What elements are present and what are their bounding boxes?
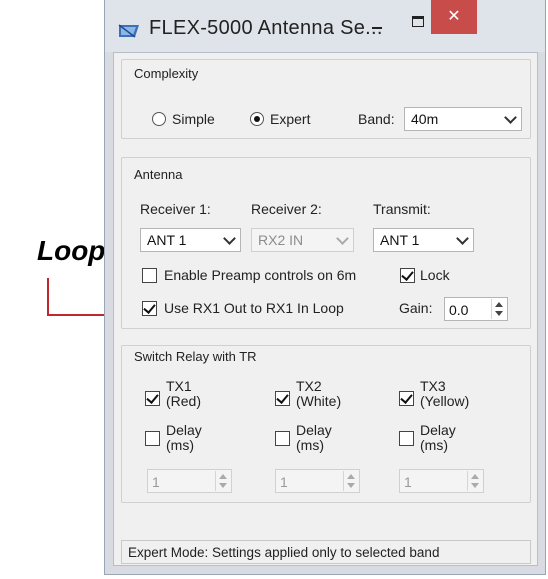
close-icon[interactable]: ✕ xyxy=(431,0,477,34)
window-title: FLEX-5000 Antenna Se... xyxy=(149,17,383,39)
spin-up-icon[interactable] xyxy=(471,474,479,479)
spin-up-icon[interactable] xyxy=(219,474,227,479)
delay2-label-line1: Delay xyxy=(296,422,332,438)
delay1-label[interactable]: Delay (ms) xyxy=(166,423,202,453)
chevron-down-icon xyxy=(336,232,349,245)
delay1-spinner[interactable]: 1 xyxy=(147,469,232,493)
lock-checkbox-label[interactable]: Lock xyxy=(420,267,450,283)
chevron-down-icon xyxy=(504,111,517,124)
delay1-spinner-buttons[interactable] xyxy=(215,471,230,491)
gain-label: Gain: xyxy=(399,300,433,316)
receiver1-select[interactable]: ANT 1 xyxy=(140,228,241,252)
switch-relay-legend: Switch Relay with TR xyxy=(134,349,257,364)
lock-checkbox[interactable] xyxy=(400,268,415,283)
tx2-label-line1: TX2 xyxy=(296,378,322,394)
rx1-loop-checkbox[interactable] xyxy=(142,301,157,316)
band-select[interactable]: 40m xyxy=(404,107,522,131)
transmit-select-value: ANT 1 xyxy=(380,232,420,248)
delay3-label-line1: Delay xyxy=(420,422,456,438)
tx2-label[interactable]: TX2 (White) xyxy=(296,379,341,409)
expert-radio-label[interactable]: Expert xyxy=(270,111,310,127)
receiver1-label: Receiver 1: xyxy=(140,201,211,217)
gain-spinner[interactable]: 0.0 xyxy=(444,297,508,321)
delay3-label[interactable]: Delay (ms) xyxy=(420,423,456,453)
spin-down-icon[interactable] xyxy=(347,483,355,488)
rx1-loop-checkbox-label[interactable]: Use RX1 Out to RX1 In Loop xyxy=(164,300,344,316)
band-label: Band: xyxy=(358,111,395,127)
chevron-down-icon xyxy=(456,232,469,245)
minimize-icon[interactable] xyxy=(361,10,393,40)
tx1-checkbox[interactable] xyxy=(145,391,160,406)
loop-annotation-label: Loop xyxy=(37,235,106,266)
complexity-legend: Complexity xyxy=(134,66,199,81)
delay2-spinner[interactable]: 1 xyxy=(275,469,360,493)
loop-callout-line-vertical xyxy=(47,278,49,316)
preamp-checkbox[interactable] xyxy=(142,268,157,283)
delay1-label-line1: Delay xyxy=(166,422,202,438)
delay2-label[interactable]: Delay (ms) xyxy=(296,423,332,453)
maximize-icon[interactable] xyxy=(401,10,433,40)
app-icon xyxy=(118,24,139,38)
receiver2-select-value: RX2 IN xyxy=(258,232,304,248)
tx2-label-line2: (White) xyxy=(296,393,342,409)
tx1-label-line2: (Red) xyxy=(166,393,202,409)
delay2-label-line2: (ms) xyxy=(296,437,324,453)
chevron-down-icon xyxy=(223,232,236,245)
delay3-value: 1 xyxy=(404,474,412,490)
status-bar: Expert Mode: Settings applied only to se… xyxy=(121,540,531,564)
tx1-label-line1: TX1 xyxy=(166,378,192,394)
window-client-area: Complexity Simple Expert Band: 40m Anten… xyxy=(113,52,538,566)
gain-value: 0.0 xyxy=(449,302,469,318)
delay2-value: 1 xyxy=(280,474,288,490)
tx3-label-line2: (Yellow) xyxy=(420,393,470,409)
delay3-label-line2: (ms) xyxy=(420,437,448,453)
receiver2-select[interactable]: RX2 IN xyxy=(251,228,354,252)
delay3-spinner[interactable]: 1 xyxy=(399,469,484,493)
spin-up-icon[interactable] xyxy=(495,302,503,307)
title-bar[interactable]: FLEX-5000 Antenna Se... ✕ xyxy=(105,0,545,52)
simple-radio-label[interactable]: Simple xyxy=(172,111,215,127)
spin-down-icon[interactable] xyxy=(471,483,479,488)
transmit-label: Transmit: xyxy=(373,201,431,217)
preamp-checkbox-label[interactable]: Enable Preamp controls on 6m xyxy=(164,267,356,283)
transmit-select[interactable]: ANT 1 xyxy=(373,228,474,252)
spin-down-icon[interactable] xyxy=(495,311,503,316)
tx3-label-line1: TX3 xyxy=(420,378,446,394)
delay2-checkbox[interactable] xyxy=(275,431,290,446)
delay1-value: 1 xyxy=(152,474,160,490)
gain-spinner-buttons[interactable] xyxy=(491,299,506,319)
delay3-spinner-buttons[interactable] xyxy=(467,471,482,491)
antenna-legend: Antenna xyxy=(134,167,183,182)
tx3-label[interactable]: TX3 (Yellow) xyxy=(420,379,469,409)
band-select-value: 40m xyxy=(411,111,439,127)
tx1-label[interactable]: TX1 (Red) xyxy=(166,379,201,409)
antenna-setup-window: FLEX-5000 Antenna Se... ✕ Complexity Sim… xyxy=(104,0,546,575)
delay1-label-line2: (ms) xyxy=(166,437,194,453)
simple-radio[interactable] xyxy=(152,112,166,126)
receiver2-label: Receiver 2: xyxy=(251,201,322,217)
tx3-checkbox[interactable] xyxy=(399,391,414,406)
spin-up-icon[interactable] xyxy=(347,474,355,479)
spin-down-icon[interactable] xyxy=(219,483,227,488)
receiver1-select-value: ANT 1 xyxy=(147,232,187,248)
expert-radio[interactable] xyxy=(250,112,264,126)
delay2-spinner-buttons[interactable] xyxy=(343,471,358,491)
delay1-checkbox[interactable] xyxy=(145,431,160,446)
tx2-checkbox[interactable] xyxy=(275,391,290,406)
delay3-checkbox[interactable] xyxy=(399,431,414,446)
